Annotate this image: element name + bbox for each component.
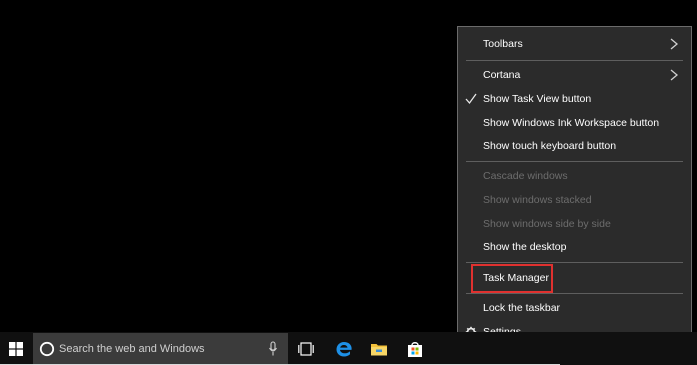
task-view-button[interactable] bbox=[289, 332, 323, 365]
menu-item-show-touch-keyboard[interactable]: Show touch keyboard button bbox=[458, 135, 691, 157]
menu-item-label: Show the desktop bbox=[483, 241, 567, 253]
file-explorer-button[interactable] bbox=[362, 332, 396, 365]
file-explorer-icon bbox=[371, 343, 387, 355]
menu-item-show-desktop[interactable]: Show the desktop bbox=[458, 236, 691, 258]
chevron-right-icon bbox=[670, 69, 679, 81]
menu-item-show-windows-stacked: Show windows stacked bbox=[458, 189, 691, 211]
store-button[interactable] bbox=[398, 332, 432, 365]
menu-item-cortana[interactable]: Cortana bbox=[458, 64, 691, 86]
menu-item-show-ink-workspace[interactable]: Show Windows Ink Workspace button bbox=[458, 112, 691, 134]
search-box[interactable]: Search the web and Windows bbox=[33, 333, 288, 365]
menu-item-label: Toolbars bbox=[483, 38, 523, 50]
menu-separator bbox=[466, 262, 683, 263]
cortana-icon bbox=[39, 341, 55, 357]
search-placeholder: Search the web and Windows bbox=[59, 343, 205, 355]
menu-item-show-windows-side-by-side: Show windows side by side bbox=[458, 213, 691, 235]
start-button[interactable] bbox=[0, 332, 32, 365]
microphone-icon[interactable] bbox=[268, 341, 278, 357]
menu-item-label: Lock the taskbar bbox=[483, 302, 561, 314]
menu-item-label: Show touch keyboard button bbox=[483, 140, 617, 152]
menu-item-lock-taskbar[interactable]: Lock the taskbar bbox=[458, 297, 691, 319]
store-icon bbox=[408, 341, 422, 357]
taskbar[interactable]: Search the web and Windows bbox=[0, 332, 697, 365]
menu-item-show-task-view[interactable]: Show Task View button bbox=[458, 88, 691, 110]
taskbar-context-menu: Toolbars Cortana Show Task View button S… bbox=[457, 26, 692, 349]
menu-item-toolbars[interactable]: Toolbars bbox=[458, 33, 691, 55]
menu-item-label: Show Task View button bbox=[483, 93, 592, 105]
task-view-icon bbox=[298, 341, 314, 356]
checkmark-icon bbox=[465, 93, 477, 105]
menu-item-label: Show Windows Ink Workspace button bbox=[483, 117, 660, 129]
menu-separator bbox=[466, 293, 683, 294]
menu-item-label: Show windows side by side bbox=[483, 218, 611, 230]
menu-item-label: Cortana bbox=[483, 69, 521, 81]
menu-item-label: Show windows stacked bbox=[483, 194, 592, 206]
task-manager-highlight bbox=[471, 264, 553, 293]
edge-icon bbox=[336, 341, 352, 356]
menu-separator bbox=[466, 60, 683, 61]
menu-item-cascade-windows: Cascade windows bbox=[458, 165, 691, 187]
menu-item-label: Cascade windows bbox=[483, 170, 568, 182]
edge-button[interactable] bbox=[327, 332, 361, 365]
menu-separator bbox=[466, 161, 683, 162]
chevron-right-icon bbox=[670, 38, 679, 50]
windows-logo-icon bbox=[9, 341, 23, 356]
